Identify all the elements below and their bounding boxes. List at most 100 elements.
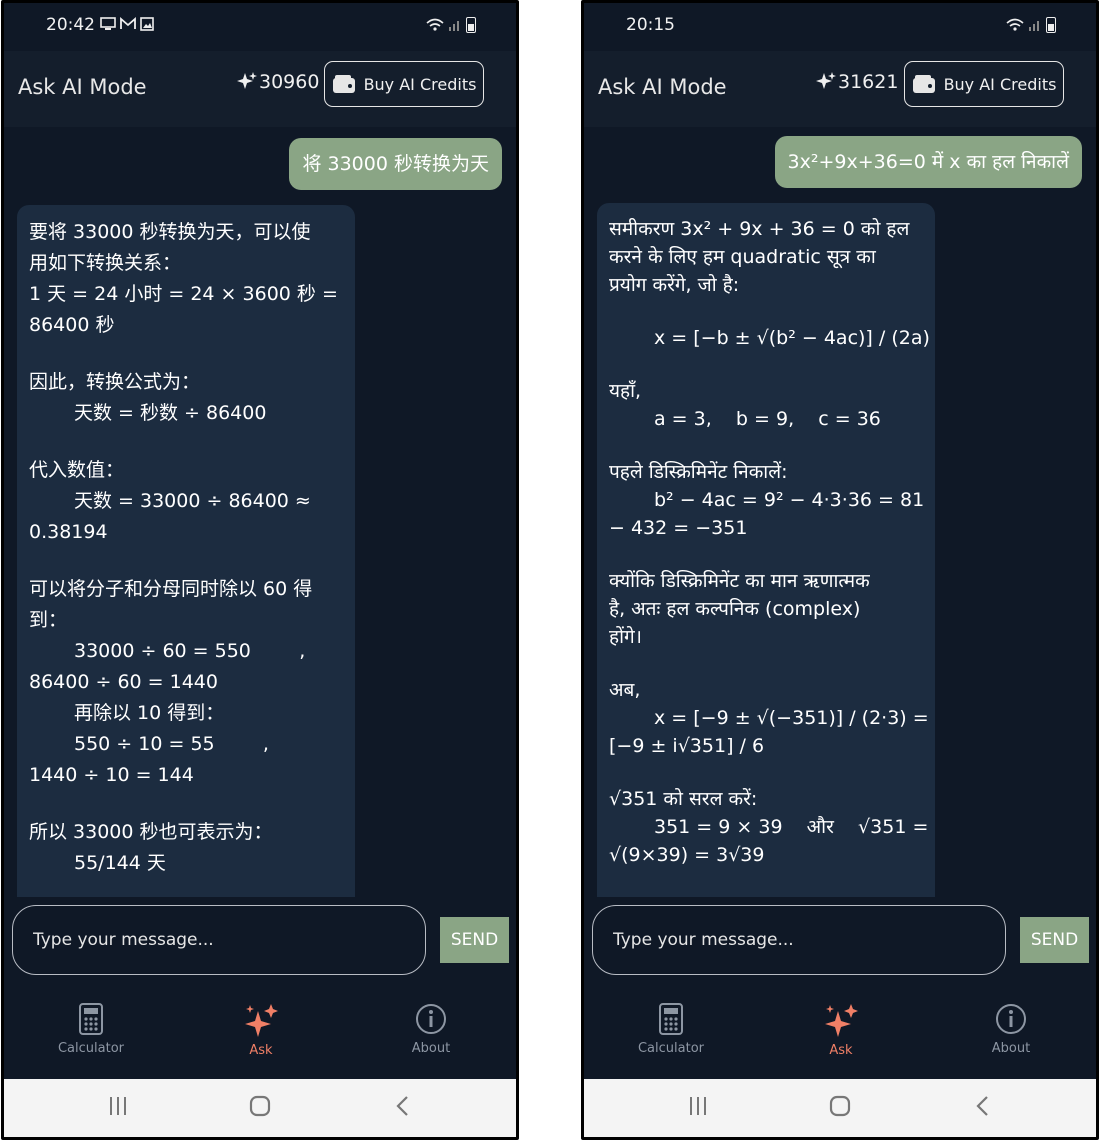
- mail-icon: [120, 17, 136, 29]
- tab-calculator-label: Calculator: [57, 1041, 124, 1056]
- back-icon[interactable]: [975, 1095, 991, 1117]
- calculator-icon: [659, 1003, 683, 1035]
- send-button[interactable]: SEND: [440, 917, 509, 963]
- user-message-bubble: 将 33000 秒转换为天: [289, 138, 502, 190]
- ai-response-line: 再除以 10 得到：: [74, 702, 225, 724]
- recent-apps-icon[interactable]: [688, 1095, 708, 1117]
- ai-response-line: 天数 = 秒数 ÷ 86400: [74, 402, 267, 424]
- calculator-icon: [79, 1003, 103, 1035]
- signal-icon: [1029, 21, 1039, 31]
- ai-response-line: क्योंकि डिस्क्रिमिनेंट का मान ऋणात्मक: [609, 570, 870, 592]
- buy-ai-credits-label: Buy AI Credits: [943, 74, 1057, 94]
- status-time: 20:42: [46, 15, 95, 35]
- sparkle-icon: [237, 72, 257, 89]
- ai-response-line: 到：: [29, 609, 68, 631]
- bottom-navigation: Calculator Ask About: [584, 991, 1096, 1079]
- ai-response-line: होंगे।: [609, 626, 642, 648]
- credits-counter: 31621: [815, 71, 898, 93]
- tab-about-label: About: [411, 1041, 451, 1056]
- phone-screen-right: 20:15 Ask AI Mode 31621 Buy AI Credits 3…: [581, 0, 1099, 1140]
- buy-ai-credits-button[interactable]: Buy AI Credits: [904, 61, 1064, 107]
- ai-response-line: 0.38194: [29, 521, 108, 543]
- ai-response-line: अब,: [609, 679, 641, 701]
- status-icons: [1006, 17, 1056, 33]
- info-icon: [996, 1004, 1026, 1034]
- tab-ask[interactable]: Ask: [781, 1003, 901, 1058]
- tab-calculator[interactable]: Calculator: [31, 1003, 151, 1056]
- home-icon[interactable]: [829, 1095, 851, 1117]
- recent-apps-icon[interactable]: [108, 1095, 128, 1117]
- chat-area[interactable]: 将 33000 秒转换为天 要将 33000 秒转换为天，可以使 用如下转换关系：…: [4, 127, 516, 897]
- ai-response-line: प्रयोग करेंगे, जो है:: [609, 274, 740, 296]
- ai-response-line: 要将 33000 秒转换为天，可以使: [29, 221, 311, 243]
- ai-response-line: 1 天 = 24 小时 = 24 × 3600 秒 =: [29, 283, 338, 305]
- status-bar: 20:15: [584, 3, 1096, 51]
- ai-response-line: 86400 秒: [29, 314, 115, 336]
- wifi-icon: [426, 18, 444, 31]
- ai-response-line: √(9×39) = 3√39: [609, 844, 765, 866]
- buy-ai-credits-button[interactable]: Buy AI Credits: [324, 61, 484, 107]
- status-icons: [426, 17, 476, 33]
- app-header: Ask AI Mode 30960 Buy AI Credits: [4, 51, 516, 127]
- image-icon: [140, 17, 154, 31]
- ai-response-line: 用如下转换关系：: [29, 252, 182, 274]
- ai-response-line: 可以将分子和分母同时除以 60 得: [29, 578, 313, 600]
- ai-response-line: b² − 4ac = 9² − 4·3·36 = 81: [654, 489, 925, 511]
- app-header: Ask AI Mode 31621 Buy AI Credits: [584, 51, 1096, 127]
- composer: SEND: [4, 899, 516, 989]
- message-input[interactable]: [12, 905, 426, 975]
- status-bar: 20:42: [4, 3, 516, 51]
- tab-calculator[interactable]: Calculator: [611, 1003, 731, 1056]
- ai-response-line: x = [−9 ± √(−351)] / (2·3) =: [654, 707, 929, 729]
- system-navigation-bar: [584, 1079, 1096, 1137]
- home-icon[interactable]: [249, 1095, 271, 1117]
- info-icon: [416, 1004, 446, 1034]
- ai-response-line: है, अतः हल कल्पनिक (complex): [609, 598, 861, 620]
- credits-value: 30960: [259, 71, 320, 93]
- send-button[interactable]: SEND: [1020, 917, 1089, 963]
- battery-icon: [1046, 17, 1056, 33]
- ai-response-line: [−9 ± i√351] / 6: [609, 735, 765, 757]
- sparkle-icon: [816, 72, 836, 89]
- sparkles-icon: [825, 1004, 858, 1037]
- notification-icons: [100, 17, 154, 31]
- page-title: Ask AI Mode: [598, 75, 727, 99]
- ai-response-line: a = 3, b = 9, c = 36: [654, 408, 881, 430]
- system-navigation-bar: [4, 1079, 516, 1137]
- ai-response-line: पहले डिस्क्रिमिनेंट निकालें:: [609, 461, 788, 483]
- wallet-icon: [332, 75, 355, 93]
- phone-screen-left: 20:42 Ask AI Mode 30960 Buy AI Credits 将…: [1, 0, 519, 1140]
- ai-response-line: 55/144 天: [74, 852, 166, 874]
- chat-area[interactable]: 3x²+9x+36=0 में x का हल निकालें समीकरण 3…: [584, 127, 1096, 897]
- ai-response-line: 1440 ÷ 10 = 144: [29, 764, 194, 786]
- tab-ask-label: Ask: [829, 1043, 853, 1058]
- user-message-bubble: 3x²+9x+36=0 में x का हल निकालें: [774, 136, 1082, 188]
- message-input[interactable]: [592, 905, 1006, 975]
- ai-response-line: 33000 ÷ 60 = 550 ,: [74, 640, 306, 662]
- tab-about-label: About: [991, 1041, 1031, 1056]
- ai-response-line: समीकरण 3x² + 9x + 36 = 0 को हल: [609, 218, 910, 240]
- ai-response-line: 所以 33000 秒也可表示为：: [29, 821, 273, 843]
- ai-response-line: 550 ÷ 10 = 55 ,: [74, 733, 269, 755]
- credits-value: 31621: [838, 71, 899, 93]
- ai-response-line: 因此，转换公式为：: [29, 371, 201, 393]
- signal-icon: [449, 21, 459, 31]
- ai-response-line: 天数 = 33000 ÷ 86400 ≈: [74, 490, 311, 512]
- ai-response-bubble: समीकरण 3x² + 9x + 36 = 0 को हल करने के लि…: [597, 203, 935, 897]
- ai-response-line: − 432 = −351: [609, 517, 748, 539]
- tab-about[interactable]: About: [951, 1003, 1071, 1056]
- credits-counter: 30960: [236, 71, 319, 93]
- tab-calculator-label: Calculator: [637, 1041, 704, 1056]
- tab-about[interactable]: About: [371, 1003, 491, 1056]
- wallet-icon: [912, 75, 935, 93]
- bottom-navigation: Calculator Ask About: [4, 991, 516, 1079]
- ai-response-line: 351 = 9 × 39 और √351 =: [654, 816, 929, 838]
- tab-ask[interactable]: Ask: [201, 1003, 321, 1058]
- status-time: 20:15: [626, 15, 675, 35]
- ai-response-line: करने के लिए हम quadratic सूत्र का: [609, 246, 876, 268]
- composer: SEND: [584, 899, 1096, 989]
- back-icon[interactable]: [395, 1095, 411, 1117]
- ai-response-line: यहाँ,: [609, 380, 642, 402]
- screen-icon: [100, 17, 116, 30]
- wifi-icon: [1006, 18, 1024, 31]
